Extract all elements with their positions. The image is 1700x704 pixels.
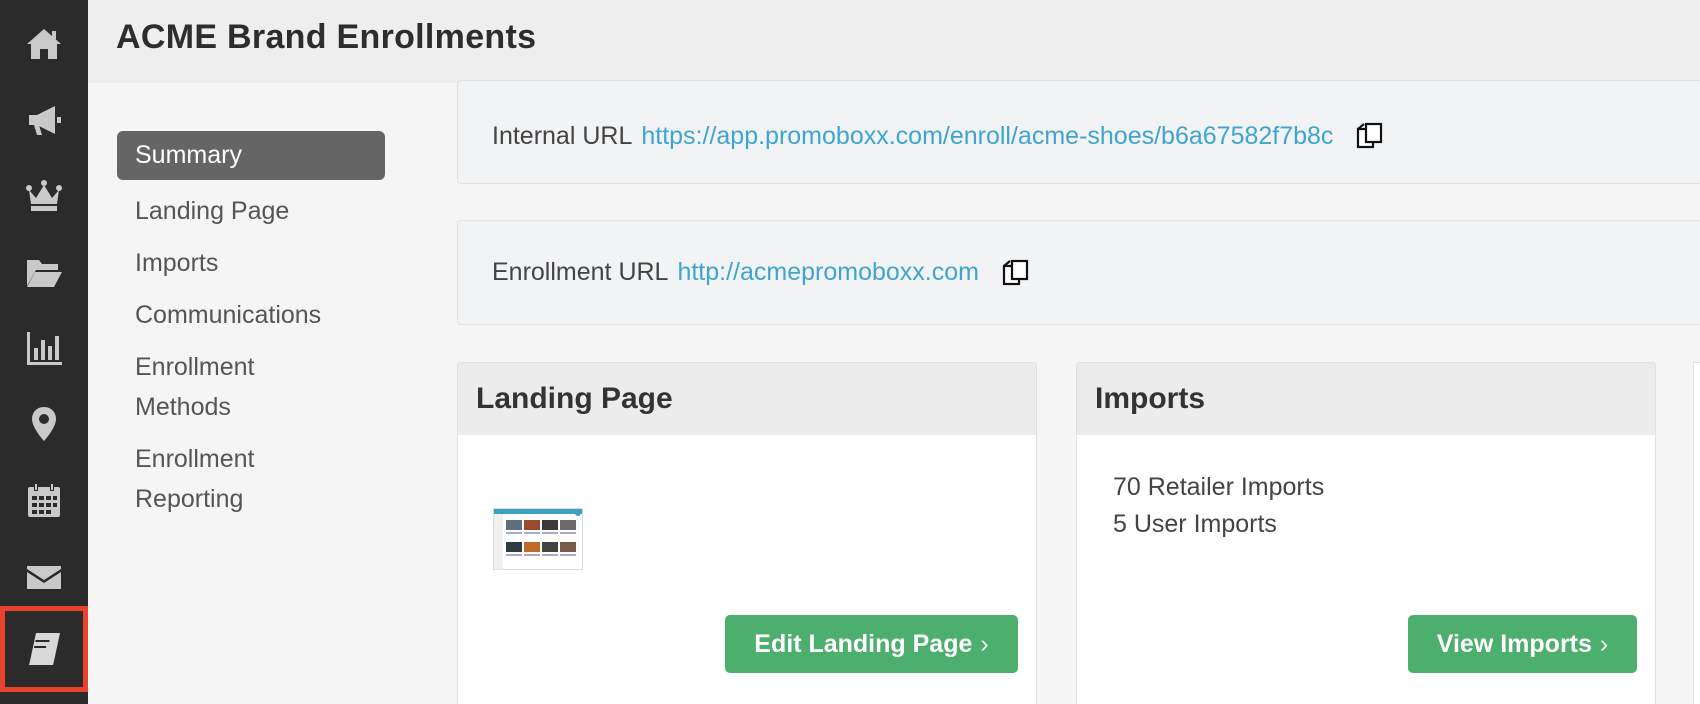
calendar-icon (28, 483, 60, 517)
subnav-enrollment-reporting[interactable]: Enrollment Reporting (117, 431, 385, 527)
chevron-right-icon: › (1599, 629, 1609, 658)
rail-reports[interactable] (0, 310, 88, 386)
enrollment-url-panel: Enrollment URL http://acmepromoboxx.com (457, 220, 1700, 325)
rail-calendar[interactable] (0, 462, 88, 538)
crown-icon (26, 180, 62, 211)
envelope-icon (27, 566, 61, 589)
imports-summary: 70 Retailer Imports 5 User Imports (1113, 469, 1324, 543)
icon-rail (0, 0, 88, 704)
user-imports-count: 5 User Imports (1113, 510, 1277, 538)
internal-url-panel: Internal URL https://app.promoboxx.com/e… (457, 80, 1700, 184)
next-card-edge (1693, 362, 1700, 704)
subnav-landing-page[interactable]: Landing Page (117, 183, 385, 239)
subnav-enrollment-reporting-line2: Reporting (135, 485, 244, 513)
enrollment-url-label: Enrollment URL (492, 258, 669, 286)
retailer-imports-count: 70 Retailer Imports (1113, 473, 1325, 501)
view-imports-button[interactable]: View Imports › (1408, 615, 1637, 673)
page-header: ACME Brand Enrollments (88, 0, 1700, 83)
edit-landing-page-label: Edit Landing Page (754, 629, 973, 658)
home-icon (27, 29, 61, 59)
rail-home[interactable] (0, 6, 88, 82)
subnav-enrollment-reporting-line1: Enrollment (135, 445, 255, 473)
internal-url-link[interactable]: https://app.promoboxx.com/enroll/acme-sh… (641, 122, 1333, 151)
subnav-enrollment-methods[interactable]: Enrollment Methods (117, 339, 385, 435)
rail-files[interactable] (0, 234, 88, 310)
internal-url-label: Internal URL (492, 121, 633, 150)
copy-icon[interactable] (1001, 258, 1031, 288)
view-imports-label: View Imports (1436, 629, 1592, 658)
megaphone-icon (29, 106, 61, 135)
rail-enrollments[interactable] (0, 606, 88, 692)
book-icon (29, 633, 60, 665)
imports-card: Imports 70 Retailer Imports 5 User Impor… (1076, 362, 1656, 704)
subnav-enrollment-methods-line1: Enrollment (135, 353, 255, 381)
imports-card-title: Imports (1077, 363, 1655, 435)
map-pin-icon (32, 407, 56, 441)
subnav-communications[interactable]: Communications (117, 287, 385, 343)
page-title: ACME Brand Enrollments (116, 18, 537, 56)
copy-icon[interactable] (1355, 121, 1385, 151)
edit-landing-page-button[interactable]: Edit Landing Page › (725, 615, 1018, 673)
chevron-right-icon: › (980, 629, 989, 658)
bar-chart-icon (27, 332, 62, 365)
rail-campaigns[interactable] (0, 82, 88, 158)
subnav-imports[interactable]: Imports (117, 235, 385, 291)
subnav-enrollment-methods-line2: Methods (135, 393, 231, 421)
subnav-summary[interactable]: Summary (117, 131, 385, 180)
rail-brands[interactable] (0, 158, 88, 234)
folder-open-icon (27, 260, 62, 287)
landing-page-thumbnail[interactable] (493, 508, 583, 570)
landing-page-card: Landing Page Edit Landing Page › (457, 362, 1037, 704)
rail-messages[interactable] (0, 538, 88, 614)
landing-page-card-title: Landing Page (458, 363, 1036, 435)
rail-locations[interactable] (0, 386, 88, 462)
enrollment-url-link[interactable]: http://acmepromoboxx.com (677, 258, 979, 287)
section-nav: Summary Landing Page Imports Communicati… (117, 131, 385, 527)
